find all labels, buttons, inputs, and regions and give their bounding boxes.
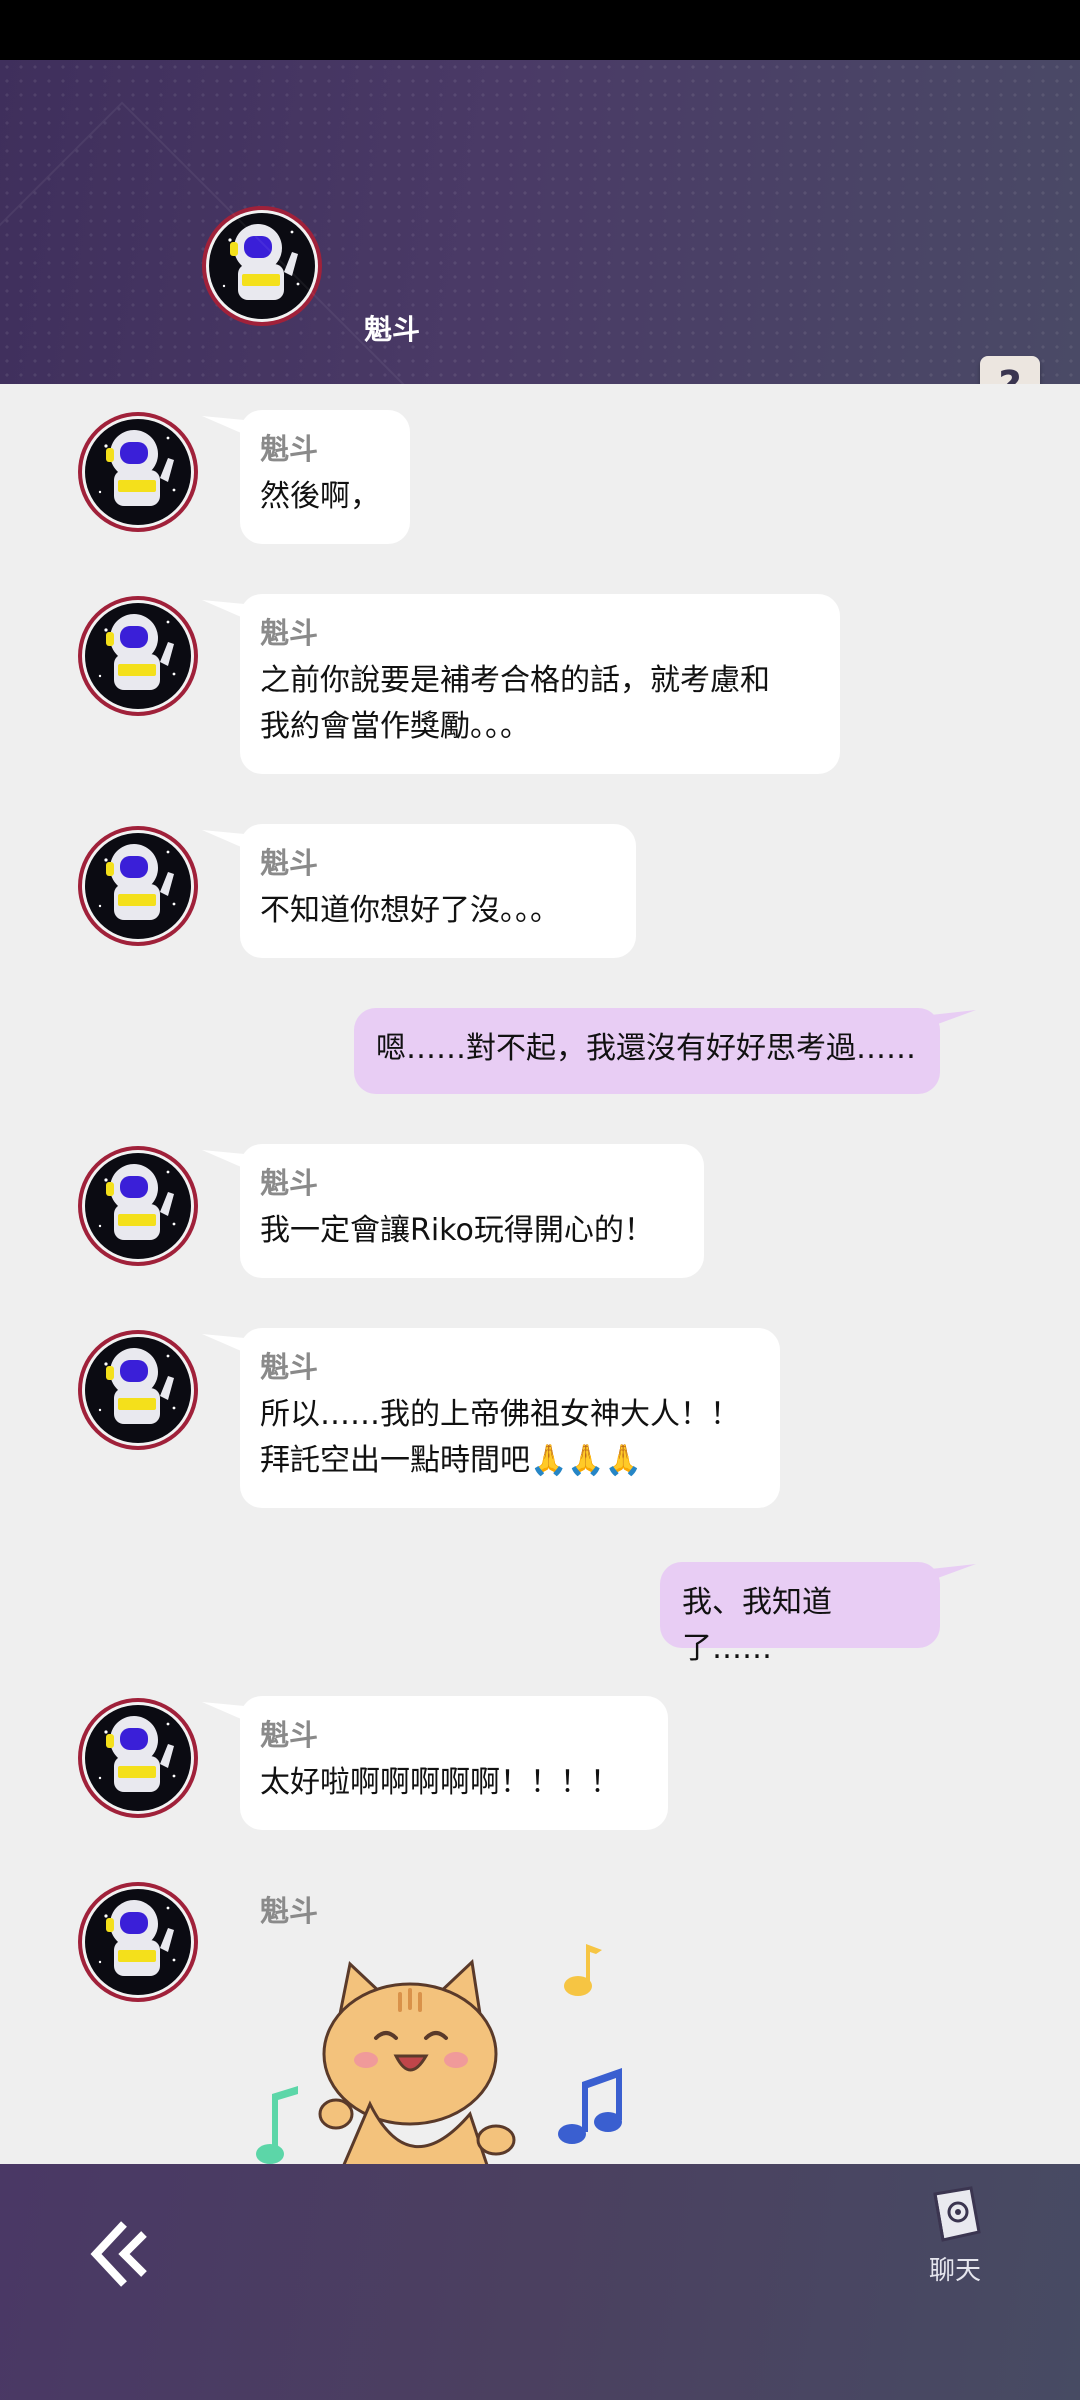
sender-avatar[interactable]: [76, 594, 200, 718]
chat-message-list[interactable]: 魁斗 然後啊， 魁斗 之前你說要是補考合格的話，就考慮和 我約會當作獎勵。。。 …: [0, 384, 1080, 2164]
sender-name: 魁斗: [260, 1894, 319, 1928]
cat-music-sticker: [250, 1944, 640, 2164]
message-text: 嗯……對不起，我還沒有好好思考過……: [376, 1031, 916, 1066]
back-chevron-icon[interactable]: [88, 2218, 160, 2290]
sender-name: 魁斗: [260, 432, 319, 466]
sender-avatar[interactable]: [76, 824, 200, 948]
chat-tab[interactable]: 聊天: [920, 2184, 990, 2287]
sender-name: 魁斗: [260, 616, 319, 650]
message-text: 然後啊，: [260, 479, 380, 514]
music-note-icon: [256, 2086, 298, 2164]
status-bar: [0, 0, 1080, 60]
bottom-navigation: 聊天: [0, 2164, 1080, 2400]
sender-name: 魁斗: [260, 846, 319, 880]
message-text: 太好啦啊啊啊啊啊！！！！: [260, 1765, 620, 1800]
incoming-message-bubble: 魁斗 太好啦啊啊啊啊啊！！！！: [240, 1696, 668, 1830]
incoming-message-bubble: 魁斗 我一定會讓Riko玩得開心的！: [240, 1144, 704, 1278]
sender-avatar[interactable]: [76, 1696, 200, 1820]
sender-avatar[interactable]: [76, 1880, 200, 2004]
sender-name: 魁斗: [260, 1718, 319, 1752]
message-text: 我一定會讓Riko玩得開心的！: [260, 1213, 654, 1248]
chat-tab-label: 聊天: [928, 2256, 981, 2286]
chat-header: 魁斗 ?: [0, 60, 1080, 384]
message-text: 我、我知道了……: [682, 1585, 832, 1666]
message-text: 所以……我的上帝佛祖女神大人！！ 拜託空出一點時間吧🙏🙏🙏: [260, 1397, 740, 1478]
incoming-message-bubble: 魁斗 所以……我的上帝佛祖女神大人！！ 拜託空出一點時間吧🙏🙏🙏: [240, 1328, 780, 1508]
incoming-message-bubble: 魁斗 不知道你想好了沒。。。: [240, 824, 636, 958]
incoming-message-bubble: 魁斗 然後啊，: [240, 410, 410, 544]
sender-name: 魁斗: [260, 1350, 319, 1384]
music-note-icon: [564, 1944, 602, 1996]
sender-name: 魁斗: [260, 1166, 319, 1200]
sender-avatar[interactable]: [76, 1328, 200, 1452]
outgoing-message-bubble: 嗯……對不起，我還沒有好好思考過……: [354, 1008, 940, 1094]
outgoing-message-bubble: 我、我知道了……: [660, 1562, 940, 1666]
help-button[interactable]: ?: [980, 356, 1040, 384]
incoming-message-bubble: 魁斗 之前你說要是補考合格的話，就考慮和 我約會當作獎勵。。。: [240, 594, 840, 774]
message-text: 不知道你想好了沒。。。: [260, 893, 560, 928]
message-text: 之前你說要是補考合格的話，就考慮和 我約會當作獎勵。。。: [260, 663, 770, 744]
sender-avatar[interactable]: [76, 1144, 200, 1268]
sender-avatar[interactable]: [76, 410, 200, 534]
chat-book-icon: [933, 2186, 981, 2242]
music-note-icon: [558, 2068, 622, 2144]
contact-avatar[interactable]: [200, 204, 324, 328]
contact-name: 魁斗: [364, 313, 421, 346]
